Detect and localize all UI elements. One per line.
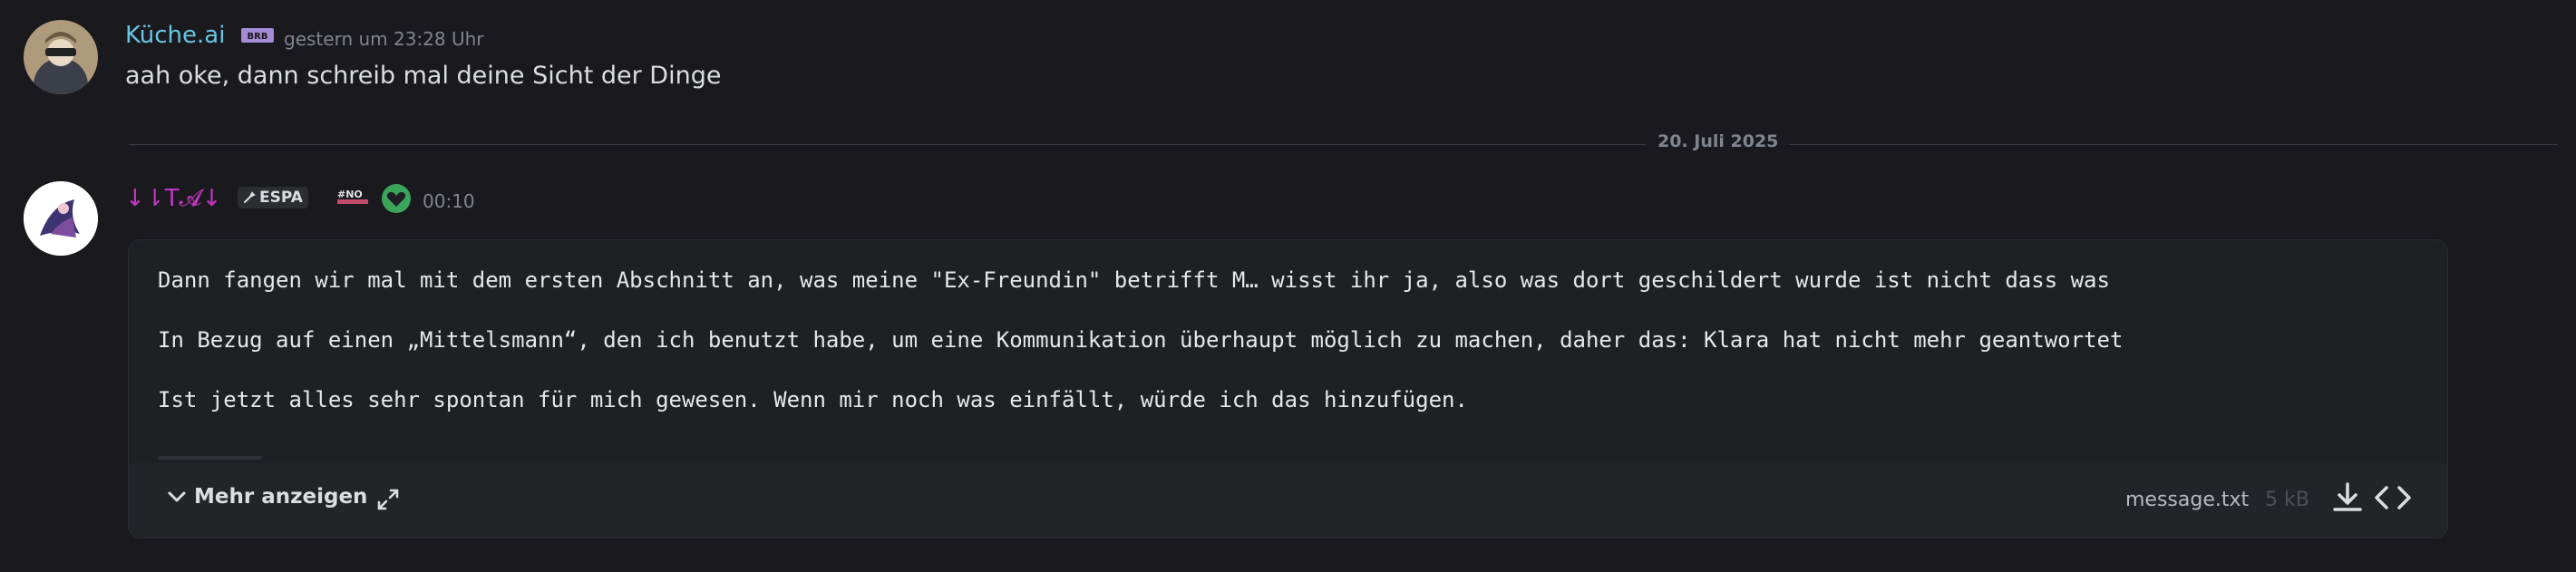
message-timestamp[interactable]: 00:10 bbox=[423, 190, 475, 212]
avatar-user[interactable] bbox=[24, 181, 98, 256]
date-divider: 20. Juli 2025 bbox=[1647, 131, 1790, 151]
message-content: aah oke, dann schreib mal deine Sicht de… bbox=[125, 62, 722, 90]
svg-text:BRB: BRB bbox=[248, 32, 268, 42]
file-line: Ist jetzt alles sehr spontan für mich ge… bbox=[158, 387, 1468, 412]
chevron-down-icon bbox=[168, 491, 186, 502]
show-more-label: Mehr anzeigen bbox=[194, 485, 368, 509]
server-tag[interactable]: ESPA bbox=[238, 187, 308, 208]
code-icon bbox=[2375, 486, 2411, 509]
file-name[interactable]: message.txt bbox=[2125, 489, 2249, 511]
svg-text:#NO: #NO bbox=[337, 189, 363, 200]
show-more-button[interactable]: Mehr anzeigen bbox=[165, 485, 367, 509]
author-name[interactable]: ↓⇂T𝓐↓ bbox=[125, 185, 221, 213]
heart-hands-icon bbox=[379, 183, 413, 218]
download-button[interactable] bbox=[2329, 480, 2366, 516]
expand-icon bbox=[377, 489, 399, 510]
date-divider-line bbox=[129, 144, 2558, 145]
text-file-attachment[interactable]: Dann fangen wir mal mit dem ersten Absch… bbox=[128, 239, 2448, 538]
brb-badge: BRB bbox=[241, 28, 274, 46]
view-code-button[interactable] bbox=[2373, 481, 2413, 514]
file-preview: Dann fangen wir mal mit dem ersten Absch… bbox=[129, 240, 2447, 463]
wrench-icon bbox=[244, 191, 256, 203]
author-name[interactable]: Küche.ai bbox=[125, 22, 225, 49]
file-line: Dann fangen wir mal mit dem ersten Absch… bbox=[158, 267, 2110, 293]
download-icon bbox=[2333, 482, 2362, 511]
server-tag-label: ESPA bbox=[259, 189, 303, 207]
avatar-kueche[interactable] bbox=[24, 20, 98, 94]
message-timestamp[interactable]: gestern um 23:28 Uhr bbox=[284, 28, 484, 50]
file-footer: Mehr anzeigen message.txt 5 kB bbox=[129, 463, 2447, 538]
preview-fade bbox=[158, 456, 262, 460]
no-badge: #NO bbox=[335, 187, 372, 210]
chat-view: Küche.ai BRB gestern um 23:28 Uhr aah ok… bbox=[0, 0, 2576, 572]
file-line: In Bezug auf einen „Mittelsmann“, den ic… bbox=[158, 327, 2124, 353]
expand-button[interactable] bbox=[375, 487, 401, 512]
file-size: 5 kB bbox=[2265, 489, 2309, 511]
